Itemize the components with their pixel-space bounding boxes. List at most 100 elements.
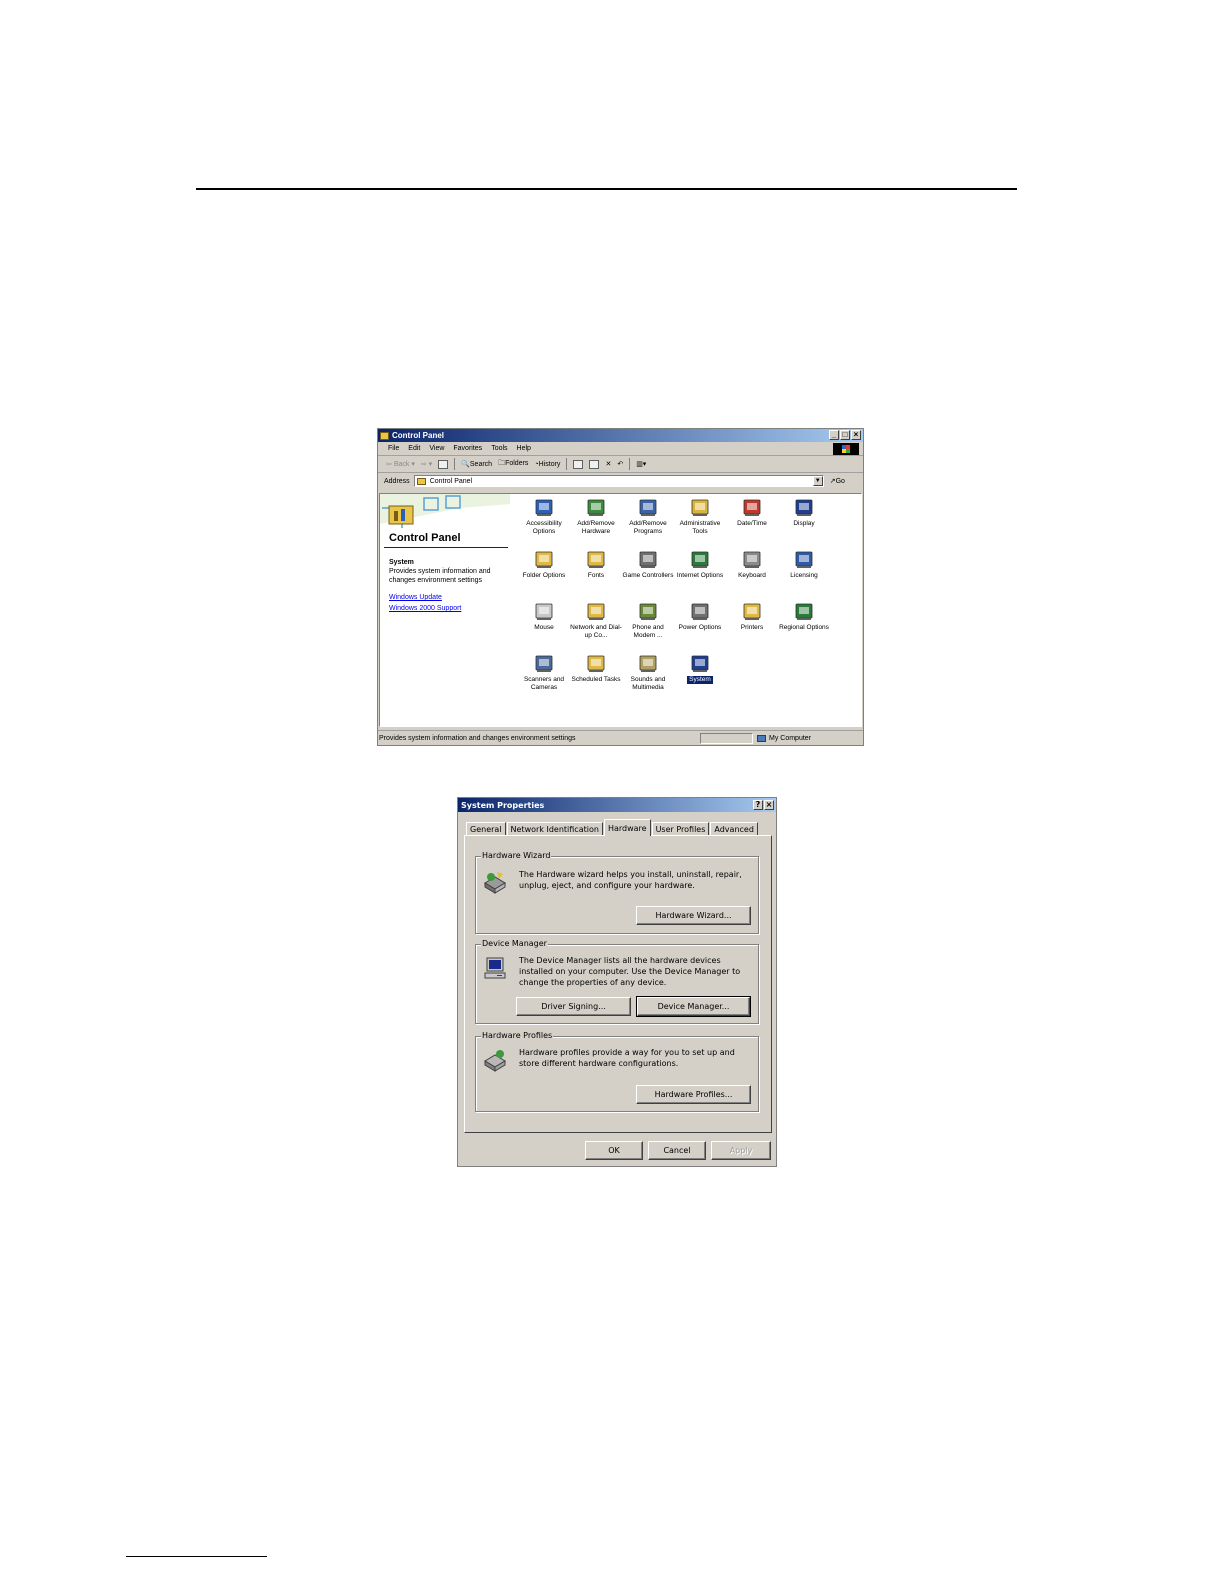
control-panel-item-label: Scheduled Tasks: [571, 676, 621, 683]
tab-advanced[interactable]: Advanced: [710, 822, 758, 836]
control-panel-window: Control Panel _ □ × File Edit View Favor…: [377, 428, 864, 746]
device-manager-button[interactable]: Device Manager...: [636, 996, 751, 1017]
control-panel-item[interactable]: Accessibility Options: [518, 496, 570, 548]
delete-icon[interactable]: ✕: [605, 460, 611, 468]
status-pane: [700, 732, 753, 744]
folders-button[interactable]: 🗀Folders: [498, 459, 528, 470]
control-panel-item-label: Folder Options: [522, 572, 566, 579]
control-panel-item-label: Date/Time: [737, 520, 767, 527]
control-panel-item[interactable]: Power Options: [674, 600, 726, 652]
maximize-icon[interactable]: □: [840, 430, 850, 440]
menu-favorites[interactable]: Favorites: [453, 445, 482, 452]
status-zone: My Computer: [753, 733, 863, 744]
control-panel-item-label: Printers: [740, 624, 764, 631]
control-panel-item[interactable]: Display: [778, 496, 830, 548]
control-panel-item[interactable]: Internet Options: [674, 548, 726, 600]
mouse-icon: [535, 603, 553, 620]
control-panel-item[interactable]: System: [674, 652, 726, 704]
control-panel-titlebar[interactable]: Control Panel _ □ ×: [378, 429, 863, 442]
address-value: Control Panel: [429, 477, 473, 485]
control-panel-item-label: System: [687, 676, 713, 684]
panel-title: Control Panel: [389, 532, 461, 544]
cancel-button[interactable]: Cancel: [648, 1141, 706, 1160]
control-panel-item[interactable]: Regional Options: [778, 600, 830, 652]
tab-hardware[interactable]: Hardware: [603, 819, 651, 836]
forward-button[interactable]: ⇨ ▾: [421, 460, 432, 468]
licensing-icon: [795, 551, 813, 568]
my-computer-icon: [757, 734, 766, 742]
driver-signing-button[interactable]: Driver Signing...: [516, 997, 631, 1016]
control-panel-item[interactable]: Scheduled Tasks: [570, 652, 622, 704]
close-icon[interactable]: ×: [851, 430, 861, 440]
hardware-wizard-button[interactable]: Hardware Wizard...: [636, 906, 751, 925]
control-panel-item-label: Sounds and Multimedia: [630, 676, 666, 691]
admin-tools-icon: [691, 499, 709, 516]
system-icon: [691, 655, 709, 672]
address-bar: Address Control Panel ▼ ↗Go: [378, 473, 863, 489]
window-title: Control Panel: [392, 431, 445, 440]
group-title: Hardware Wizard: [481, 851, 552, 860]
toolbar-separator: [629, 458, 631, 470]
menu-file[interactable]: File: [388, 445, 399, 452]
info-pane: Control Panel System Provides system inf…: [380, 494, 510, 726]
chevron-down-icon[interactable]: ▼: [812, 476, 823, 486]
control-panel-item-label: Regional Options: [779, 624, 829, 631]
search-label: Search: [469, 461, 493, 468]
views-icon[interactable]: ▥▾: [636, 460, 646, 468]
control-panel-item[interactable]: Network and Dial-up Co...: [570, 600, 622, 652]
toolbar-separator: [454, 458, 456, 470]
control-panel-item[interactable]: Fonts: [570, 548, 622, 600]
phone-modem-icon: [639, 603, 657, 620]
control-panel-item[interactable]: Administrative Tools: [674, 496, 726, 548]
menu-help[interactable]: Help: [517, 445, 531, 452]
ok-button[interactable]: OK: [585, 1141, 643, 1160]
hardware-profiles-button[interactable]: Hardware Profiles...: [636, 1085, 751, 1104]
add-hardware-icon: [587, 499, 605, 516]
control-panel-item[interactable]: Licensing: [778, 548, 830, 600]
apply-button[interactable]: Apply: [711, 1141, 771, 1160]
control-panel-item[interactable]: Keyboard: [726, 548, 778, 600]
device-manager-group: Device Manager The Device Manager lists …: [475, 939, 759, 1024]
status-bar: Provides system information and changes …: [378, 730, 863, 745]
minimize-icon[interactable]: _: [829, 430, 839, 440]
control-panel-item[interactable]: Printers: [726, 600, 778, 652]
control-panel-item[interactable]: Sounds and Multimedia: [622, 652, 674, 704]
control-panel-item[interactable]: Folder Options: [518, 548, 570, 600]
control-panel-item[interactable]: Mouse: [518, 600, 570, 652]
up-folder-icon[interactable]: [438, 459, 449, 469]
group-title: Device Manager: [481, 939, 548, 948]
control-panel-item[interactable]: Phone and Modem ...: [622, 600, 674, 652]
go-button[interactable]: ↗Go: [830, 477, 845, 485]
close-icon[interactable]: ×: [764, 800, 774, 810]
menu-view[interactable]: View: [429, 445, 444, 452]
title-divider: [384, 547, 508, 548]
menu-edit[interactable]: Edit: [408, 445, 420, 452]
hardware-tab-panel: Hardware Wizard The Hardware wizard help…: [464, 835, 772, 1133]
tab-general[interactable]: General: [466, 822, 506, 836]
control-panel-item[interactable]: Add/Remove Programs: [622, 496, 674, 548]
go-label: Go: [835, 478, 845, 485]
scheduled-tasks-icon: [587, 655, 605, 672]
control-panel-item[interactable]: Scanners and Cameras: [518, 652, 570, 704]
search-button[interactable]: 🔍Search: [461, 460, 492, 468]
control-panel-item[interactable]: Game Controllers: [622, 548, 674, 600]
control-panel-small-icon: [416, 477, 426, 485]
address-input[interactable]: Control Panel ▼: [413, 475, 824, 487]
dialog-titlebar[interactable]: System Properties ? ×: [458, 798, 776, 812]
move-to-icon[interactable]: [573, 459, 584, 469]
menu-tools[interactable]: Tools: [491, 445, 507, 452]
control-panel-item[interactable]: Date/Time: [726, 496, 778, 548]
control-panel-item-label: Add/Remove Hardware: [577, 520, 615, 535]
back-button[interactable]: ⇦ Back ▾: [386, 460, 415, 468]
windows-support-link[interactable]: Windows 2000 Support: [389, 605, 461, 612]
tab-user-profiles[interactable]: User Profiles: [651, 822, 710, 836]
tab-network-identification[interactable]: Network Identification: [506, 822, 603, 836]
help-icon[interactable]: ?: [753, 800, 763, 810]
control-panel-item[interactable]: Add/Remove Hardware: [570, 496, 622, 548]
control-panel-banner-icon: [380, 494, 510, 530]
history-button[interactable]: ◔History: [534, 461, 560, 468]
control-panel-item-label: Administrative Tools: [679, 520, 721, 535]
copy-to-icon[interactable]: [589, 459, 600, 469]
windows-update-link[interactable]: Windows Update: [389, 594, 442, 601]
undo-icon[interactable]: ↶: [617, 460, 623, 468]
